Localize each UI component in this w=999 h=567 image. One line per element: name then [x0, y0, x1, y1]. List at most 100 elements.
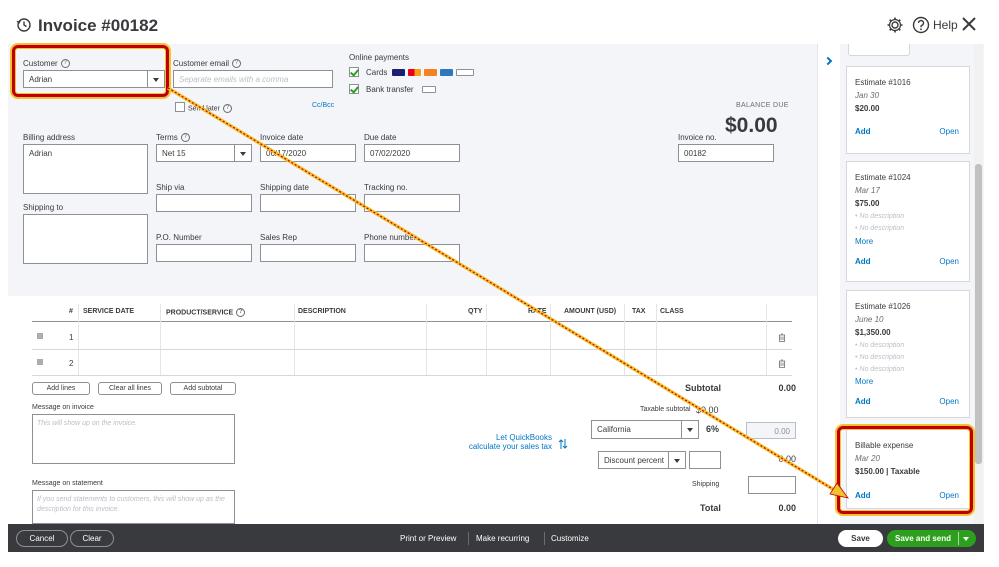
cards-checkbox[interactable]	[349, 67, 359, 77]
help-label[interactable]: Help	[933, 18, 958, 32]
help-icon[interactable]	[912, 16, 930, 34]
ship-via-input[interactable]	[156, 194, 252, 212]
terms-select[interactable]: Net 15	[156, 144, 252, 162]
cc-bcc-link[interactable]: Cc/Bcc	[312, 102, 334, 109]
discount-type-select[interactable]: Discount percent	[598, 451, 686, 469]
phone-number-label: Phone number	[364, 233, 417, 242]
taxable-subtotal-label: Taxable subtotal	[640, 406, 691, 413]
customer-email-label: Customer email?	[173, 59, 242, 69]
row-divider	[32, 349, 792, 350]
col-divider	[78, 304, 79, 376]
col-divider	[486, 304, 487, 376]
total-value: 0.00	[778, 503, 796, 513]
tax-rate: 6%	[706, 424, 720, 434]
qb-sales-tax-link[interactable]: Let QuickBooks calculate your sales tax	[454, 433, 552, 451]
invoice-date-input[interactable]: 06/17/2020	[260, 144, 356, 162]
customize-link[interactable]: Customize	[551, 534, 589, 543]
add-subtotal-button[interactable]: Add subtotal	[170, 382, 236, 395]
send-later-label: Send later?	[188, 104, 232, 113]
tracking-no-input[interactable]	[364, 194, 460, 212]
card-more-link[interactable]: More	[855, 237, 873, 246]
card-add-link[interactable]: Add	[855, 257, 871, 266]
col-header-service-date: SERVICE DATE	[83, 308, 135, 315]
balance-due-value: $0.00	[725, 114, 778, 137]
info-icon[interactable]: ?	[232, 59, 242, 69]
tax-region-select[interactable]: California	[591, 420, 699, 439]
footer-divider	[544, 532, 545, 545]
add-lines-button[interactable]: Add lines	[32, 382, 90, 395]
tax-amount-input[interactable]: 0.00	[746, 422, 796, 439]
card-title: Estimate #1016	[855, 78, 911, 87]
discover-icon	[424, 69, 437, 76]
billing-address-label: Billing address	[23, 133, 76, 142]
online-payments-label: Online payments	[349, 53, 410, 62]
sales-rep-label: Sales Rep	[260, 233, 297, 242]
card-open-link[interactable]: Open	[939, 127, 959, 136]
chevron-down-icon[interactable]	[681, 421, 698, 438]
discount-value-input[interactable]	[689, 451, 721, 469]
invoice-date-label: Invoice date	[260, 133, 304, 142]
chevron-down-icon[interactable]	[963, 537, 969, 541]
bank-transfer-checkbox[interactable]	[349, 84, 359, 94]
drag-handle-icon[interactable]	[37, 359, 43, 365]
customer-email-input[interactable]: Separate emails with a comma	[173, 70, 333, 88]
phone-number-input[interactable]	[364, 244, 460, 262]
subtotal-value: 0.00	[778, 383, 796, 393]
col-header-tax: TAX	[632, 308, 646, 315]
due-date-input[interactable]: 07/02/2020	[364, 144, 460, 162]
shipping-input[interactable]	[748, 476, 796, 494]
col-divider	[550, 304, 551, 376]
info-icon[interactable]: ?	[180, 133, 190, 143]
sidebar-card: Estimate #1024 Mar 17 $75.00 • No descri…	[846, 161, 970, 282]
chevron-down-icon[interactable]	[668, 452, 685, 468]
chevron-right-icon[interactable]	[823, 56, 833, 66]
print-preview-link[interactable]: Print or Preview	[400, 534, 456, 543]
card-title: Estimate #1026	[855, 302, 911, 311]
amex-icon	[440, 69, 453, 76]
send-later-checkbox[interactable]	[175, 102, 185, 112]
card-open-link[interactable]: Open	[939, 397, 959, 406]
po-number-label: P.O. Number	[156, 233, 202, 242]
footer-bar: Cancel Clear Print or Preview Make recur…	[8, 524, 984, 552]
drag-handle-icon[interactable]	[37, 333, 43, 339]
billing-address-input[interactable]: Adrian	[23, 144, 148, 194]
swap-icon[interactable]	[558, 438, 568, 450]
card-description: • No description	[855, 366, 905, 373]
trash-icon[interactable]	[778, 359, 786, 368]
sales-rep-input[interactable]	[260, 244, 356, 262]
cancel-button[interactable]: Cancel	[16, 530, 68, 547]
sidebar-card: Estimate #1016 Jan 30 $20.00 Add Open	[846, 66, 970, 154]
invoice-no-input[interactable]: 00182	[678, 144, 774, 162]
info-icon[interactable]: ?	[222, 104, 232, 113]
info-icon[interactable]: ?	[236, 308, 246, 317]
card-open-link[interactable]: Open	[939, 257, 959, 266]
col-header-num: #	[69, 308, 73, 315]
shipping-to-label: Shipping to	[23, 203, 64, 212]
card-amount: $20.00	[855, 104, 880, 113]
clear-all-lines-button[interactable]: Clear all lines	[98, 382, 162, 395]
make-recurring-link[interactable]: Make recurring	[476, 534, 529, 543]
card-title: Estimate #1024	[855, 173, 911, 182]
save-and-send-button[interactable]: Save and send	[887, 530, 976, 547]
scrollbar-thumb[interactable]	[975, 164, 982, 464]
card-more-link[interactable]: More	[855, 377, 873, 386]
col-header-rate: RATE	[528, 308, 547, 315]
card-description: • No description	[855, 354, 905, 361]
shipping-to-input[interactable]	[23, 214, 148, 264]
save-button[interactable]: Save	[838, 530, 883, 547]
po-number-input[interactable]	[156, 244, 252, 262]
sidebar-scrollbar[interactable]	[974, 44, 983, 524]
close-icon[interactable]	[960, 15, 978, 33]
trash-icon[interactable]	[778, 333, 786, 342]
gear-icon[interactable]	[886, 16, 904, 34]
chevron-down-icon[interactable]	[234, 145, 251, 161]
message-invoice-input[interactable]: This will show up on the invoice.	[32, 414, 235, 464]
message-statement-input[interactable]: If you send statements to customers, thi…	[32, 490, 235, 524]
recent-transactions-icon[interactable]	[16, 17, 32, 33]
mastercard-icon	[408, 69, 421, 76]
clear-button[interactable]: Clear	[70, 530, 114, 547]
card-add-link[interactable]: Add	[855, 397, 871, 406]
col-header-product-service: PRODUCT/SERVICE?	[166, 308, 246, 317]
card-add-link[interactable]: Add	[855, 127, 871, 136]
shipping-date-input[interactable]	[260, 194, 356, 212]
